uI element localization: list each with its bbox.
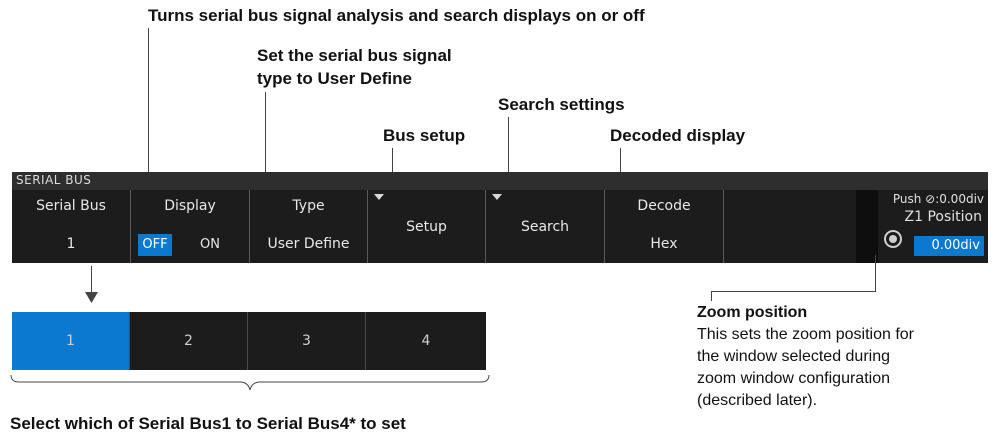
serial-bus-option-1[interactable]: 1 <box>12 312 130 370</box>
serial-bus-softkey[interactable]: Serial Bus 1 <box>12 190 131 263</box>
zoom-leader-vertical <box>875 255 876 292</box>
type-callout-line1: Set the serial bus signal <box>257 46 452 65</box>
zoom-desc-line: the window selected during <box>697 348 891 365</box>
bottom-callout: Select which of Serial Bus1 to Serial Bu… <box>10 414 406 433</box>
serial-bus-label: Serial Bus <box>36 198 106 214</box>
empty-softkey <box>724 190 842 263</box>
zoom-desc-title: Zoom position <box>697 304 808 321</box>
search-callout: Search settings <box>498 95 625 114</box>
type-callout-line2: type to User Define <box>257 69 412 88</box>
submenu-arrow-icon <box>374 194 384 200</box>
search-label: Search <box>520 219 570 235</box>
serial-bus-value: 1 <box>66 236 76 252</box>
down-arrow-icon <box>85 292 98 303</box>
serial-bus-menu: SERIAL BUS Serial Bus 1 Display OFF ON T… <box>12 172 988 263</box>
zoom-leader-horizontal <box>711 291 876 292</box>
zoom-position-description: Zoom position This sets the zoom positio… <box>697 302 914 412</box>
search-softkey[interactable]: Search <box>486 190 605 263</box>
decode-value: Hex <box>650 236 678 252</box>
setup-label: Setup <box>406 219 447 235</box>
serial-bus-selector: 1 2 3 4 <box>12 312 486 370</box>
zoom-position-panel[interactable]: Push ⊘:0.00div Z1 Position 0.00div <box>856 190 988 263</box>
display-softkey[interactable]: Display OFF ON <box>131 190 250 263</box>
zoom-desc-line: (described later). <box>697 392 818 409</box>
zoom-desc-line: This sets the zoom position for <box>697 326 914 343</box>
decode-label: Decode <box>637 198 691 214</box>
zoom-panel-divider <box>856 190 878 263</box>
type-value: User Define <box>267 236 350 252</box>
decode-softkey[interactable]: Decode Hex <box>605 190 724 263</box>
zoom-leader-tick <box>711 291 712 301</box>
jog-knob-icon[interactable] <box>884 230 902 248</box>
display-callout: Turns serial bus signal analysis and sea… <box>148 6 645 25</box>
selection-brace <box>10 374 490 391</box>
serial-bus-option-4[interactable]: 4 <box>366 312 486 370</box>
zoom-desc-line: zoom window configuration <box>697 370 890 387</box>
zoom-position-value[interactable]: 0.00div <box>914 236 984 256</box>
type-label: Type <box>292 198 325 214</box>
menu-title-strip <box>12 172 988 190</box>
display-label: Display <box>164 198 216 214</box>
serial-bus-option-2[interactable]: 2 <box>130 312 248 370</box>
push-hint: Push ⊘:0.00div <box>892 192 984 206</box>
type-softkey[interactable]: Type User Define <box>250 190 368 263</box>
zoom-position-label: Z1 Position <box>904 209 982 225</box>
submenu-arrow-icon <box>492 194 502 200</box>
bus-setup-callout: Bus setup <box>383 126 466 145</box>
decode-callout: Decoded display <box>610 126 746 145</box>
display-off-option[interactable]: OFF <box>138 234 172 256</box>
setup-softkey[interactable]: Setup <box>368 190 486 263</box>
menu-title: SERIAL BUS <box>16 173 92 187</box>
serial-bus-option-3[interactable]: 3 <box>248 312 366 370</box>
display-on-option[interactable]: ON <box>193 234 227 256</box>
